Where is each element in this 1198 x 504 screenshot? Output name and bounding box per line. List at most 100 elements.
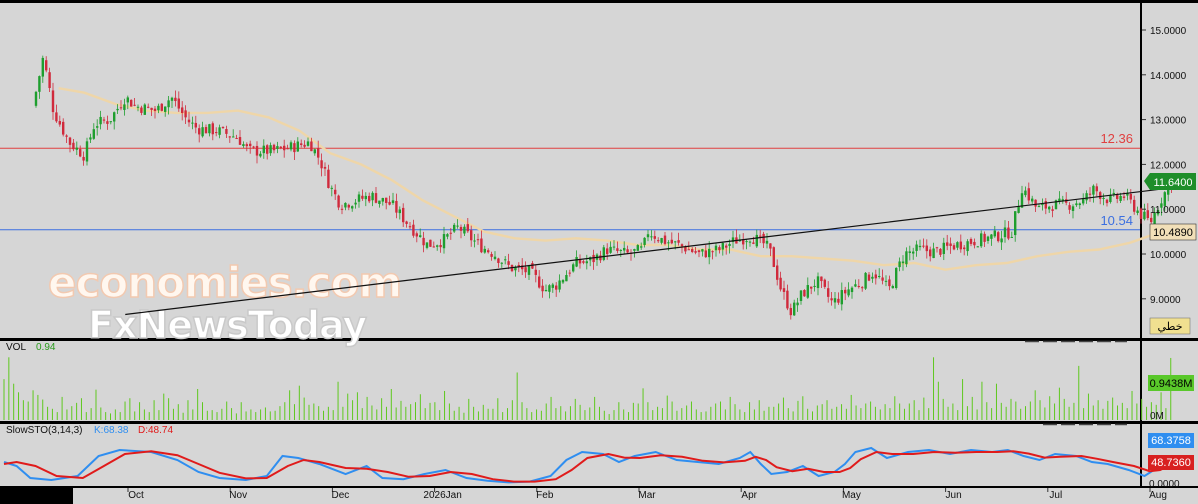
- candle-down: [810, 286, 813, 289]
- candle-down: [102, 119, 106, 121]
- candle-up: [75, 147, 78, 150]
- candle-up: [351, 206, 354, 209]
- candle-down: [266, 145, 269, 154]
- candle-down: [725, 245, 728, 248]
- candle-down: [1099, 192, 1102, 199]
- candle-down: [449, 232, 452, 234]
- candle-up: [289, 142, 293, 150]
- candle-up: [259, 153, 262, 157]
- candle-down: [432, 246, 435, 248]
- candle-up: [1092, 185, 1095, 195]
- candle-up: [1163, 192, 1166, 206]
- candle-down: [160, 103, 163, 111]
- candle-up: [306, 141, 310, 146]
- stock-chart[interactable]: economies.com FxNewsToday 15.0000 14.0000…: [0, 0, 1198, 504]
- candle-up: [1102, 197, 1105, 199]
- candle-up: [908, 251, 911, 253]
- candle-up: [157, 105, 160, 111]
- candle-down: [238, 137, 242, 145]
- candle-up: [296, 141, 299, 152]
- candle-down: [657, 240, 660, 242]
- candle-down: [524, 267, 527, 273]
- candle-down: [541, 285, 544, 292]
- candle-up: [623, 247, 626, 251]
- candle-down: [946, 242, 949, 246]
- candle-up: [602, 247, 605, 260]
- candle-up: [398, 209, 401, 214]
- candle-up: [548, 285, 551, 292]
- candle-down: [762, 233, 765, 244]
- candle-down: [1095, 186, 1098, 192]
- candle-down: [680, 244, 684, 247]
- candle-down: [1122, 196, 1126, 198]
- candle-down: [323, 166, 327, 169]
- candle-up: [453, 224, 456, 232]
- candle-down: [480, 238, 483, 253]
- candle-down: [963, 247, 966, 250]
- candle-down: [194, 122, 197, 128]
- candle-down: [476, 239, 480, 241]
- price-axis-tick-label: 10.0000: [1150, 250, 1187, 261]
- candle-up: [391, 200, 395, 204]
- candle-up: [99, 116, 102, 125]
- candle-down: [983, 233, 986, 242]
- candle-up: [942, 242, 945, 255]
- candle-down: [374, 193, 378, 203]
- candle-down: [925, 245, 928, 252]
- candle-down: [130, 99, 133, 107]
- candle-down: [1133, 199, 1136, 212]
- candle-up: [650, 236, 653, 238]
- candle-down: [786, 290, 789, 309]
- candle-up: [1000, 238, 1003, 243]
- candle-up: [990, 234, 993, 239]
- stochastic-d-badge: 48.7360: [1148, 455, 1194, 470]
- watermark-brand-2: FxNewsToday: [88, 303, 367, 347]
- candle-up: [313, 149, 316, 154]
- candle-up: [799, 290, 803, 301]
- candle-down: [133, 104, 136, 106]
- x-axis-tick-label: Jun: [946, 490, 962, 501]
- candle-up: [201, 127, 204, 137]
- stochastic-d-label: D:48.74: [138, 425, 173, 436]
- candle-down: [395, 200, 398, 213]
- candle-down: [997, 232, 1000, 242]
- candle-down: [677, 240, 680, 243]
- candle-up: [544, 289, 548, 292]
- candle-up: [1075, 203, 1078, 206]
- candle-down: [62, 121, 65, 135]
- candle-up: [956, 242, 959, 248]
- candle-up: [354, 202, 357, 205]
- candle-up: [850, 287, 854, 293]
- chart-mode-badge[interactable]: خطي: [1149, 317, 1191, 335]
- candle-down: [187, 119, 191, 123]
- candle-down: [235, 137, 238, 139]
- candle-up: [143, 104, 146, 115]
- candle-up: [551, 284, 554, 288]
- candle-down: [249, 143, 252, 147]
- candle-down: [211, 123, 214, 135]
- candle-up: [136, 106, 140, 108]
- candle-down: [340, 208, 344, 210]
- candle-down: [711, 251, 714, 253]
- candle-down: [857, 285, 860, 287]
- volume-indicator-label: VOL: [6, 342, 26, 353]
- candle-down: [368, 195, 371, 202]
- price-axis-tick-label: 13.0000: [1150, 116, 1187, 127]
- candle-up: [793, 302, 796, 316]
- candle-down: [752, 242, 755, 244]
- candle-down: [592, 254, 595, 263]
- candle-up: [572, 264, 575, 272]
- candle-up: [167, 100, 170, 108]
- candle-up: [442, 234, 446, 249]
- candle-up: [1048, 206, 1051, 210]
- chart-mode-label[interactable]: خطي: [1158, 321, 1183, 333]
- candle-down: [150, 107, 153, 110]
- stochastic-d-value: 48.7360: [1151, 457, 1191, 469]
- candle-up: [796, 302, 799, 306]
- candle-down: [837, 298, 840, 303]
- candle-up: [1024, 190, 1027, 196]
- candle-down: [72, 142, 75, 150]
- candle-down: [1139, 208, 1143, 219]
- candle-down: [327, 169, 330, 188]
- candle-up: [891, 286, 894, 289]
